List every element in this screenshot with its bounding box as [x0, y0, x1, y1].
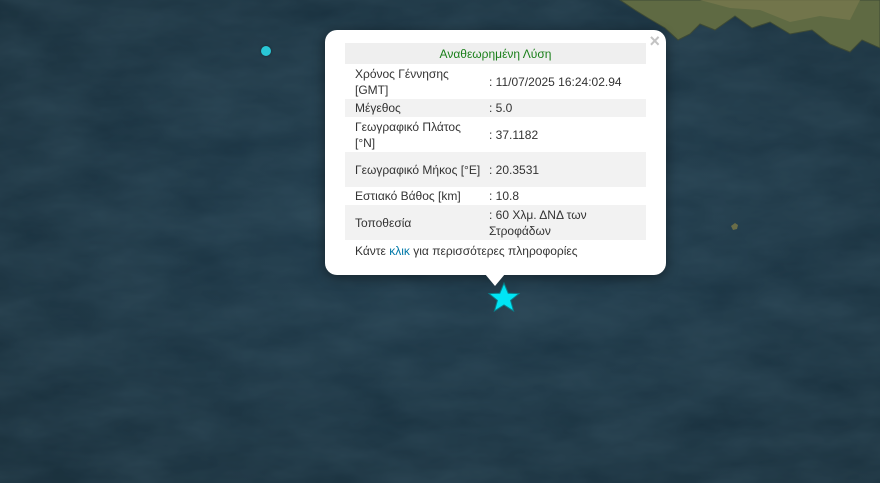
row-value: : 37.1182 — [489, 127, 539, 142]
close-icon[interactable]: × — [649, 32, 660, 50]
table-row: Μέγεθος : 5.0 — [345, 99, 646, 117]
event-details-table: Αναθεωρημένη Λύση Χρόνος Γέννησης [GMT] … — [345, 43, 646, 240]
row-label: Μέγεθος — [345, 99, 481, 117]
more-suffix: για περισσότερες πληροφορίες — [413, 244, 578, 258]
more-info-line: Κάντε κλικ για περισσότερες πληροφορίες — [355, 244, 578, 258]
row-label: Εστιακό Βάθος [km] — [355, 189, 461, 203]
row-value: : 10.8 — [489, 189, 520, 203]
table-row: Εστιακό Βάθος [km] : 10.8 — [345, 187, 646, 205]
more-prefix: Κάντε — [355, 244, 386, 258]
event-info-popup: × Αναθεωρημένη Λύση Χρόνος Γέννησης [GMT… — [325, 30, 666, 275]
table-header-row: Αναθεωρημένη Λύση — [345, 43, 646, 64]
row-value: : 60 Χλμ. ΔΝΔ των Στροφάδων — [481, 205, 646, 240]
row-label: Γεωγραφικό Μήκος [°E] — [345, 152, 481, 187]
popup-tip — [485, 274, 505, 286]
earthquake-marker[interactable] — [261, 46, 271, 56]
row-value: : 11/07/2025 16:24:02.94 — [489, 74, 622, 89]
row-label: Γεωγραφικό Πλάτος [°N] — [355, 119, 461, 150]
popup-title: Αναθεωρημένη Λύση — [345, 43, 646, 64]
table-row: Γεωγραφικό Πλάτος [°N] : 37.1182 — [345, 117, 646, 152]
table-row: Τοποθεσία : 60 Χλμ. ΔΝΔ των Στροφάδων — [345, 205, 646, 240]
more-info-link[interactable]: κλικ — [389, 244, 410, 258]
row-label: Χρόνος Γέννησης [GMT] — [355, 66, 449, 97]
row-value: : 5.0 — [481, 99, 646, 117]
table-row: Χρόνος Γέννησης [GMT] : 11/07/2025 16:24… — [345, 64, 646, 99]
row-label: Τοποθεσία — [345, 205, 481, 240]
row-value: : 20.3531 — [481, 152, 646, 187]
table-row: Γεωγραφικό Μήκος [°E] : 20.3531 — [345, 152, 646, 187]
